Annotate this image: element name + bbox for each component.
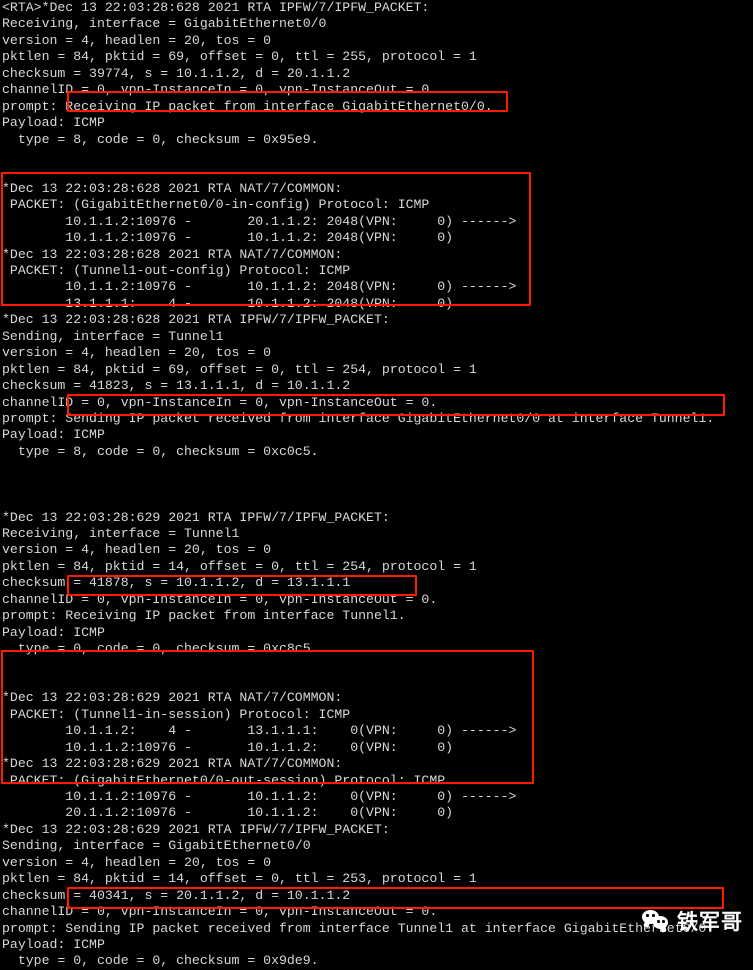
terminal-line: version = 4, headlen = 20, tos = 0: [2, 32, 272, 48]
terminal-line: version = 4, headlen = 20, tos = 0: [2, 854, 272, 870]
terminal-line: Sending, interface = GigabitEthernet0/0: [2, 838, 311, 854]
terminal-line: prompt: Sending IP packet received from …: [2, 410, 715, 426]
terminal-line: Payload: ICMP: [2, 115, 105, 131]
terminal-line: type = 8, code = 0, checksum = 0x95e9.: [2, 131, 319, 147]
watermark-label: 铁军哥: [677, 910, 743, 934]
terminal-line: *Dec 13 22:03:28:628 2021 RTA NAT/7/COMM…: [2, 246, 343, 262]
terminal-line: checksum = 40341, s = 20.1.1.2, d = 10.1…: [2, 887, 351, 903]
wechat-icon: [642, 909, 670, 933]
terminal-line: 10.1.1.2:10976 - 10.1.1.2: 0(VPN: 0) ---…: [2, 789, 517, 804]
terminal-line: *Dec 13 22:03:28:628 2021 RTA IPFW/7/IPF…: [2, 312, 390, 328]
terminal-line: prompt: Receiving IP packet from interfa…: [2, 608, 406, 624]
terminal-line: <RTA>*Dec 13 22:03:28:628 2021 RTA IPFW/…: [2, 0, 430, 15]
terminal-line: channelID = 0, vpn-InstanceIn = 0, vpn-I…: [2, 82, 438, 98]
terminal-line: channelID = 0, vpn-InstanceIn = 0, vpn-I…: [2, 394, 438, 410]
terminal-line: type = 8, code = 0, checksum = 0xc0c5.: [2, 443, 319, 459]
terminal-line: PACKET: (Tunnel1-in-session) Protocol: I…: [2, 706, 351, 722]
terminal-line: 13.1.1.1: 4 - 10.1.1.2: 2048(VPN: 0): [2, 295, 454, 311]
terminal-line: Payload: ICMP: [2, 427, 105, 443]
terminal-line: type = 0, code = 0, checksum = 0xc8c5.: [2, 641, 319, 657]
terminal-line: pktlen = 84, pktid = 69, offset = 0, ttl…: [2, 49, 477, 65]
terminal-line: *Dec 13 22:03:28:629 2021 RTA IPFW/7/IPF…: [2, 509, 390, 525]
terminal-line: channelID = 0, vpn-InstanceIn = 0, vpn-I…: [2, 591, 438, 607]
terminal-line: 10.1.1.2:10976 - 10.1.1.2: 2048(VPN: 0): [2, 230, 454, 246]
terminal-line: version = 4, headlen = 20, tos = 0: [2, 542, 272, 558]
terminal-line: 10.1.1.2:10976 - 20.1.1.2: 2048(VPN: 0) …: [2, 213, 517, 229]
terminal-line: *Dec 13 22:03:28:629 2021 RTA IPFW/7/IPF…: [2, 821, 390, 837]
terminal-line: PACKET: (GigabitEthernet0/0-out-session)…: [2, 772, 446, 788]
terminal-line: *Dec 13 22:03:28:629 2021 RTA NAT/7/COMM…: [2, 756, 343, 772]
terminal-line: Payload: ICMP: [2, 936, 105, 952]
terminal-line: *Dec 13 22:03:28:628 2021 RTA NAT/7/COMM…: [2, 180, 343, 196]
terminal-line: checksum = 41823, s = 13.1.1.1, d = 10.1…: [2, 378, 351, 394]
terminal-line: prompt: Sending IP packet received from …: [2, 920, 715, 936]
terminal-line: pktlen = 84, pktid = 69, offset = 0, ttl…: [2, 361, 477, 377]
terminal-line: 10.1.1.2:10976 - 10.1.1.2: 2048(VPN: 0) …: [2, 279, 517, 295]
terminal-line: type = 0, code = 0, checksum = 0x9de9.: [2, 953, 319, 969]
terminal-line: pktlen = 84, pktid = 14, offset = 0, ttl…: [2, 871, 477, 887]
terminal-line: channelID = 0, vpn-InstanceIn = 0, vpn-I…: [2, 904, 438, 920]
terminal-line: 10.1.1.2: 4 - 13.1.1.1: 0(VPN: 0) ------…: [2, 723, 517, 739]
terminal-line: prompt: Receiving IP packet from interfa…: [2, 98, 493, 114]
terminal-line: PACKET: (Tunnel1-out-config) Protocol: I…: [2, 263, 351, 278]
terminal-line: Receiving, interface = GigabitEthernet0/…: [2, 16, 327, 32]
terminal-line: 10.1.1.2:10976 - 10.1.1.2: 0(VPN: 0): [2, 739, 454, 755]
terminal-line: Payload: ICMP: [2, 624, 105, 640]
terminal-line: pktlen = 84, pktid = 14, offset = 0, ttl…: [2, 558, 477, 574]
terminal-line: *Dec 13 22:03:28:629 2021 RTA NAT/7/COMM…: [2, 690, 343, 706]
terminal-line: version = 4, headlen = 20, tos = 0: [2, 345, 272, 361]
terminal-line: 20.1.1.2:10976 - 10.1.1.2: 0(VPN: 0): [2, 805, 454, 821]
wechat-watermark: 铁军哥: [642, 906, 743, 936]
terminal-line: PACKET: (GigabitEthernet0/0-in-config) P…: [2, 197, 430, 213]
terminal-line: Sending, interface = Tunnel1: [2, 328, 224, 344]
terminal-line: checksum = 41878, s = 10.1.1.2, d = 13.1…: [2, 575, 351, 591]
terminal-line: checksum = 39774, s = 10.1.1.2, d = 20.1…: [2, 65, 351, 81]
terminal-log-output: <RTA>*Dec 13 22:03:28:628 2021 RTA IPFW/…: [0, 0, 753, 968]
terminal-line: Receiving, interface = Tunnel1: [2, 526, 240, 541]
